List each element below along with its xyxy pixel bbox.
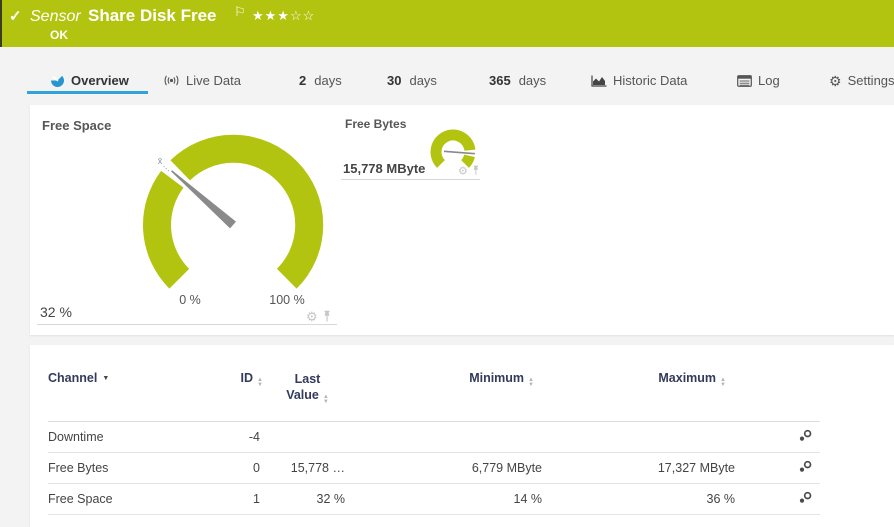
tab-historic-data[interactable]: Historic Data xyxy=(591,73,687,88)
gauge-icon xyxy=(50,73,65,88)
free-bytes-gauge-title: Free Bytes xyxy=(345,117,406,131)
table-header-row: Channel▼ ID▲▼ Last Value▲▼ Minimum▲▼ Max… xyxy=(48,371,820,421)
channel-minimum: 14 % xyxy=(350,483,548,514)
gauge-max-label: 100 % xyxy=(262,293,312,307)
channel-settings-icon[interactable] xyxy=(799,429,812,442)
status-ok-check-icon: ✓ xyxy=(9,7,22,25)
sort-icon: ▲▼ xyxy=(528,378,534,387)
channel-last-value: 32 % xyxy=(265,483,350,514)
column-header-channel-label: Channel xyxy=(48,371,97,385)
pin-icon[interactable] xyxy=(322,310,332,323)
tab-log-label: Log xyxy=(758,73,780,88)
free-bytes-gauge-tools: ⚙ xyxy=(458,165,480,176)
average-marker-line xyxy=(164,166,171,172)
sensor-status-text: OK xyxy=(50,28,68,42)
tab-2-days-number: 2 xyxy=(299,73,306,88)
average-marker: x̄ xyxy=(158,156,163,166)
pin-icon[interactable] xyxy=(471,165,480,176)
column-header-maximum[interactable]: Maximum ▲▼ xyxy=(548,371,740,421)
free-bytes-value: 15,778 MByte xyxy=(343,161,425,176)
gauge-arc-left xyxy=(157,179,179,278)
mini-gauge-needle xyxy=(444,151,475,153)
sort-desc-icon: ▼ xyxy=(102,375,109,382)
channel-id: -4 xyxy=(190,421,265,452)
gauge-arc-right xyxy=(180,149,309,279)
tab-2-days[interactable]: 2 days xyxy=(299,73,342,88)
priority-stars[interactable]: ★★★☆☆ xyxy=(252,8,315,24)
sort-icon: ▲▼ xyxy=(720,378,726,387)
tab-2-days-label: days xyxy=(314,73,341,88)
column-header-minimum-label: Minimum xyxy=(469,371,524,385)
channel-settings-icon[interactable] xyxy=(799,491,812,504)
tab-settings[interactable]: ⚙ Settings xyxy=(829,73,894,88)
column-header-last-value[interactable]: Last Value ▲▼ xyxy=(265,371,350,421)
column-header-last-label: Last xyxy=(295,372,321,386)
gauge-cell-divider xyxy=(37,324,337,325)
channel-maximum xyxy=(548,421,740,452)
sensor-title: Share Disk Free xyxy=(88,6,217,26)
channel-id: 1 xyxy=(190,483,265,514)
tab-30-days[interactable]: 30 days xyxy=(387,73,437,88)
channel-table: Channel▼ ID▲▼ Last Value▲▼ Minimum▲▼ Max… xyxy=(48,371,820,515)
gauge-settings-gear-icon[interactable]: ⚙ xyxy=(306,310,318,323)
flag-icon[interactable]: ⚐ xyxy=(234,4,246,20)
gauge-min-label: 0 % xyxy=(168,293,212,307)
tab-live-data-label: Live Data xyxy=(186,73,241,88)
sensor-status-header: ✓ Sensor Share Disk Free ⚐ ★★★☆☆ OK xyxy=(0,0,894,47)
channel-minimum xyxy=(350,421,548,452)
column-header-minimum[interactable]: Minimum ▲▼ xyxy=(350,371,548,421)
gear-icon: ⚙ xyxy=(829,74,842,88)
channel-name: Downtime xyxy=(48,421,190,452)
tab-365-days-label: days xyxy=(519,73,546,88)
table-row-free-bytes[interactable]: Free Bytes 0 15,778 … 6,779 MByte 17,327… xyxy=(48,452,820,483)
tab-historic-data-label: Historic Data xyxy=(613,73,687,88)
channel-name: Free Space xyxy=(48,483,190,514)
channel-name: Free Bytes xyxy=(48,452,190,483)
window-edge xyxy=(0,0,2,47)
sort-icon: ▲▼ xyxy=(323,395,329,404)
tab-365-days-number: 365 xyxy=(489,73,511,88)
log-list-icon xyxy=(737,75,752,87)
area-chart-icon xyxy=(591,74,607,87)
column-header-actions xyxy=(740,371,820,421)
broadcast-icon xyxy=(163,74,180,87)
free-space-gauge-title: Free Space xyxy=(42,118,111,133)
column-header-id[interactable]: ID▲▼ xyxy=(190,371,265,421)
prtg-sensor-screen: ✓ Sensor Share Disk Free ⚐ ★★★☆☆ OK Over… xyxy=(0,0,894,527)
channel-settings-icon[interactable] xyxy=(799,460,812,473)
tab-365-days[interactable]: 365 days xyxy=(489,73,546,88)
gauge-settings-gear-icon[interactable]: ⚙ xyxy=(458,165,468,176)
sensor-type-label: Sensor xyxy=(30,8,81,26)
active-tab-underline xyxy=(27,91,148,94)
mini-gauge-arc-end xyxy=(465,156,470,164)
tab-bar: Overview Live Data 2 days 30 days 365 da… xyxy=(0,47,894,95)
tab-30-days-label: days xyxy=(409,73,436,88)
tab-overview[interactable]: Overview xyxy=(50,73,129,88)
tab-30-days-number: 30 xyxy=(387,73,401,88)
channel-maximum: 36 % xyxy=(548,483,740,514)
channel-last-value: 15,778 … xyxy=(265,452,350,483)
tab-settings-label: Settings xyxy=(848,73,894,88)
column-header-channel[interactable]: Channel ▼ xyxy=(48,371,190,421)
channel-maximum: 17,327 MByte xyxy=(548,452,740,483)
channel-table-panel: Channel▼ ID▲▼ Last Value▲▼ Minimum▲▼ Max… xyxy=(30,345,894,527)
tab-overview-label: Overview xyxy=(71,73,129,88)
free-space-value: 32 % xyxy=(40,304,72,320)
table-row-downtime[interactable]: Downtime -4 xyxy=(48,421,820,452)
channel-last-value xyxy=(265,421,350,452)
column-header-id-label: ID xyxy=(241,371,254,385)
free-space-gauge-tools: ⚙ xyxy=(306,310,332,323)
tab-log[interactable]: Log xyxy=(737,73,780,88)
free-space-gauge: x̄ xyxy=(140,127,330,295)
table-row-free-space[interactable]: Free Space 1 32 % 14 % 36 % xyxy=(48,483,820,514)
gauge-needle xyxy=(171,170,236,228)
column-header-value-label: Value xyxy=(286,388,319,402)
tab-live-data[interactable]: Live Data xyxy=(163,73,241,88)
mini-gauge-cell-divider xyxy=(341,179,480,180)
column-header-maximum-label: Maximum xyxy=(658,371,716,385)
channel-minimum: 6,779 MByte xyxy=(350,452,548,483)
sort-icon: ▲▼ xyxy=(257,378,263,387)
channel-id: 0 xyxy=(190,452,265,483)
overview-gauges-panel: Free Space x̄ 0 % 100 % 32 % ⚙ Free Byte… xyxy=(30,105,894,335)
